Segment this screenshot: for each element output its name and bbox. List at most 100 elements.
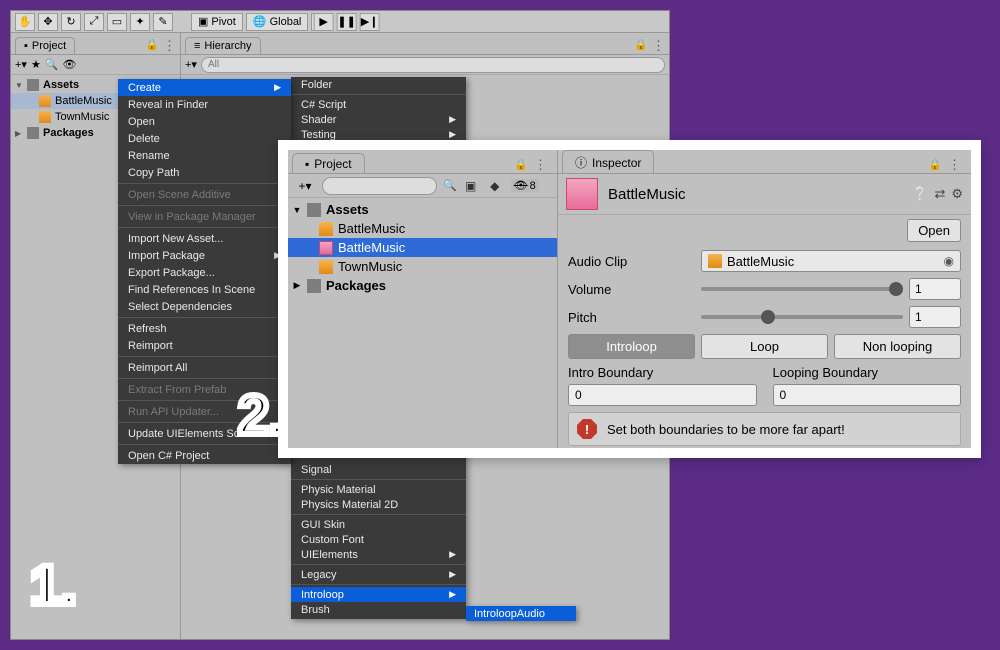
object-picker-icon[interactable]: ◉ [944,254,954,268]
intro-boundary-input[interactable] [568,384,757,406]
introloop-submenu: IntroloopAudio [466,606,576,621]
tab-menu-icon[interactable] [534,157,547,173]
loop-boundary-label: Looping Boundary [773,365,962,380]
overlay-battle-audio-row[interactable]: BattleMusic [288,219,557,238]
volume-label: Volume [568,282,693,297]
pitch-slider[interactable] [701,315,903,319]
create-item-physics-material-2d[interactable]: Physics Material 2D [291,497,466,512]
create-item-c-script[interactable]: C# Script [291,97,466,112]
ctx-item-view-in-package-manager: View in Package Manager [118,208,291,225]
hand-tool-icon[interactable]: ✋ [15,13,35,31]
volume-slider[interactable] [701,287,903,291]
asset-title: BattleMusic [608,186,686,203]
ctx-item-open-scene-additive: Open Scene Additive [118,186,291,203]
pivot-toggle[interactable]: ▣ Pivot [191,13,243,31]
ctx-item-open-c-project[interactable]: Open C# Project [118,447,291,464]
gear-icon[interactable]: ⚙ [951,186,963,202]
create-item-custom-font[interactable]: Custom Font [291,532,466,547]
create-item-brush[interactable]: Brush [291,602,466,617]
ctx-item-export-package-[interactable]: Export Package... [118,264,291,281]
search-icon[interactable]: 🔍 [45,58,59,71]
overlay-project-tree: ▼Assets BattleMusic BattleMusic TownMusi… [288,198,557,295]
hidden-icon[interactable]: 👁 [63,58,77,71]
overlay-battle-introloop-row[interactable]: BattleMusic [288,238,557,257]
intro-boundary-label: Intro Boundary [568,365,757,380]
ctx-item-import-package[interactable]: Import Package▶ [118,247,291,264]
filter-favorite-icon[interactable]: ★ [31,58,41,71]
volume-input[interactable] [909,278,961,300]
hidden-count-badge[interactable]: 👁8 [511,179,539,192]
ctx-item-reimport[interactable]: Reimport [118,337,291,354]
lock-icon[interactable] [145,38,159,54]
open-button[interactable]: Open [907,219,961,242]
help-icon[interactable]: ❔ [912,186,928,202]
pause-icon[interactable]: ❚❚ [337,13,357,31]
filter-type-icon[interactable]: ▣ [461,177,481,195]
hierarchy-search-input[interactable] [201,57,665,73]
overlay-inspector-tab[interactable]: ⓘ Inspector [562,150,654,173]
scale-tool-icon[interactable]: ⤢ [84,13,104,31]
asset-thumbnail [566,178,598,210]
mode-introloop[interactable]: Introloop [568,334,695,359]
mode-loop[interactable]: Loop [701,334,828,359]
project-search-input[interactable] [322,177,437,195]
lock-icon[interactable] [634,38,648,54]
bg-main-toolbar: ✋ ✥ ↻ ⤢ ▭ ✦ ✎ ▣ Pivot 🌐 Global ⊞ ▶ ❚❚ ▶❙ [11,11,669,33]
create-item-uielements[interactable]: UIElements▶ [291,547,466,562]
add-asset-button[interactable]: +▾ [292,177,318,195]
ctx-item-create[interactable]: Create▶ [118,79,291,96]
add-icon[interactable]: +▾ [15,58,27,71]
ctx-item-refresh[interactable]: Refresh [118,320,291,337]
play-icon[interactable]: ▶ [314,13,334,31]
mode-nonloop[interactable]: Non looping [834,334,961,359]
overlay-panel: ▪ Project +▾ 🔍 ▣ ◆ 👁8 ▼Assets BattleMusi… [278,140,981,458]
ctx-item-import-new-asset-[interactable]: Import New Asset... [118,230,291,247]
global-toggle[interactable]: 🌐 Global [246,13,309,31]
ctx-item-delete[interactable]: Delete [118,130,291,147]
step-1-label: 1. [30,552,77,617]
warning-icon: ! [577,419,597,439]
audio-icon [708,254,722,268]
pitch-label: Pitch [568,310,693,325]
tab-menu-icon[interactable] [652,38,665,54]
create-item-physic-material[interactable]: Physic Material [291,482,466,497]
overlay-packages-row[interactable]: ▶Packages [288,276,557,295]
preset-icon[interactable]: ⇄ [934,186,945,202]
overlay-assets-row[interactable]: ▼Assets [288,200,557,219]
ctx-item-select-dependencies[interactable]: Select Dependencies [118,298,291,315]
ctx-item-reimport-all[interactable]: Reimport All [118,359,291,376]
lock-icon[interactable] [928,157,942,173]
tab-menu-icon[interactable] [163,38,176,54]
tab-menu-icon[interactable] [948,157,961,173]
step-icon[interactable]: ▶❙ [360,13,380,31]
create-item-legacy[interactable]: Legacy▶ [291,567,466,582]
custom-tool-icon[interactable]: ✎ [153,13,173,31]
add-icon[interactable]: +▾ [185,58,197,71]
ctx-item-rename[interactable]: Rename [118,147,291,164]
rotate-tool-icon[interactable]: ↻ [61,13,81,31]
bg-hierarchy-tab[interactable]: ≡ Hierarchy [185,37,261,54]
lock-icon[interactable] [514,157,528,173]
pitch-input[interactable] [909,306,961,328]
warning-box: ! Set both boundaries to be more far apa… [568,412,961,446]
create-item-introloop[interactable]: Introloop▶ [291,587,466,602]
move-tool-icon[interactable]: ✥ [38,13,58,31]
overlay-project-tab[interactable]: ▪ Project [292,153,365,173]
ctx-item-open[interactable]: Open [118,113,291,130]
filter-label-icon[interactable]: ◆ [485,177,505,195]
ctx-item-find-references-in-scene[interactable]: Find References In Scene [118,281,291,298]
audio-clip-field[interactable]: BattleMusic ◉ [701,250,961,272]
overlay-town-row[interactable]: TownMusic [288,257,557,276]
create-item-folder[interactable]: Folder [291,77,466,92]
rect-tool-icon[interactable]: ▭ [107,13,127,31]
bg-project-tab[interactable]: ▪ Project [15,37,75,54]
ctx-item-copy-path[interactable]: Copy Path [118,164,291,181]
ctx-item-reveal-in-finder[interactable]: Reveal in Finder [118,96,291,113]
step-2-label: 2. [238,382,285,447]
introloop-audio-item[interactable]: IntroloopAudio [466,606,576,621]
create-item-signal[interactable]: Signal [291,462,466,477]
loop-boundary-input[interactable] [773,384,962,406]
create-item-gui-skin[interactable]: GUI Skin [291,517,466,532]
transform-tool-icon[interactable]: ✦ [130,13,150,31]
create-item-shader[interactable]: Shader▶ [291,112,466,127]
